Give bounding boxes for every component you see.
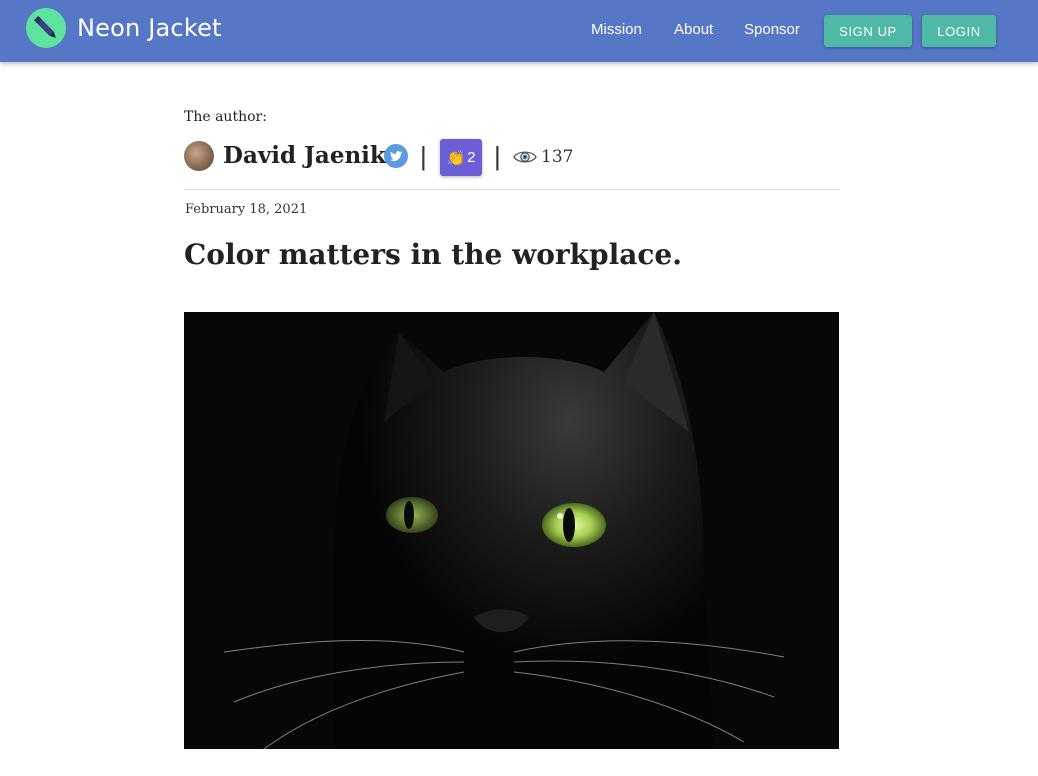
hero-image-black-cat xyxy=(184,312,839,749)
login-button[interactable]: LOGIN xyxy=(922,15,996,47)
divider xyxy=(184,189,839,190)
publish-date: February 18, 2021 xyxy=(185,202,308,217)
signup-button[interactable]: SIGN UP xyxy=(824,15,912,47)
brand[interactable]: Neon Jacket xyxy=(26,8,222,48)
eye-icon xyxy=(513,149,537,165)
clap-count: 2 xyxy=(467,149,476,166)
view-count: 137 xyxy=(541,147,574,167)
author-row: David Jaenike | 👏 2 | 137 xyxy=(184,139,839,177)
author-name[interactable]: David Jaenike xyxy=(223,142,401,169)
clap-button[interactable]: 👏 2 xyxy=(440,139,482,176)
clapping-hands-icon: 👏 xyxy=(446,149,466,167)
top-navbar: Neon Jacket Mission About Sponsor SIGN U… xyxy=(0,0,1038,62)
login-button-label: LOGIN xyxy=(937,23,981,39)
nav-link-mission[interactable]: Mission xyxy=(591,21,642,38)
nav-link-about[interactable]: About xyxy=(674,21,713,38)
brand-name: Neon Jacket xyxy=(77,14,222,42)
nav-link-sponsor[interactable]: Sponsor xyxy=(744,21,800,38)
separator: | xyxy=(420,141,427,171)
avatar[interactable] xyxy=(184,141,214,171)
separator: | xyxy=(494,141,501,171)
author-caption: The author: xyxy=(184,109,267,125)
pen-logo-icon xyxy=(26,8,66,48)
article-title: Color matters in the workplace. xyxy=(184,238,682,271)
signup-button-label: SIGN UP xyxy=(839,23,897,39)
twitter-icon[interactable] xyxy=(384,144,408,168)
